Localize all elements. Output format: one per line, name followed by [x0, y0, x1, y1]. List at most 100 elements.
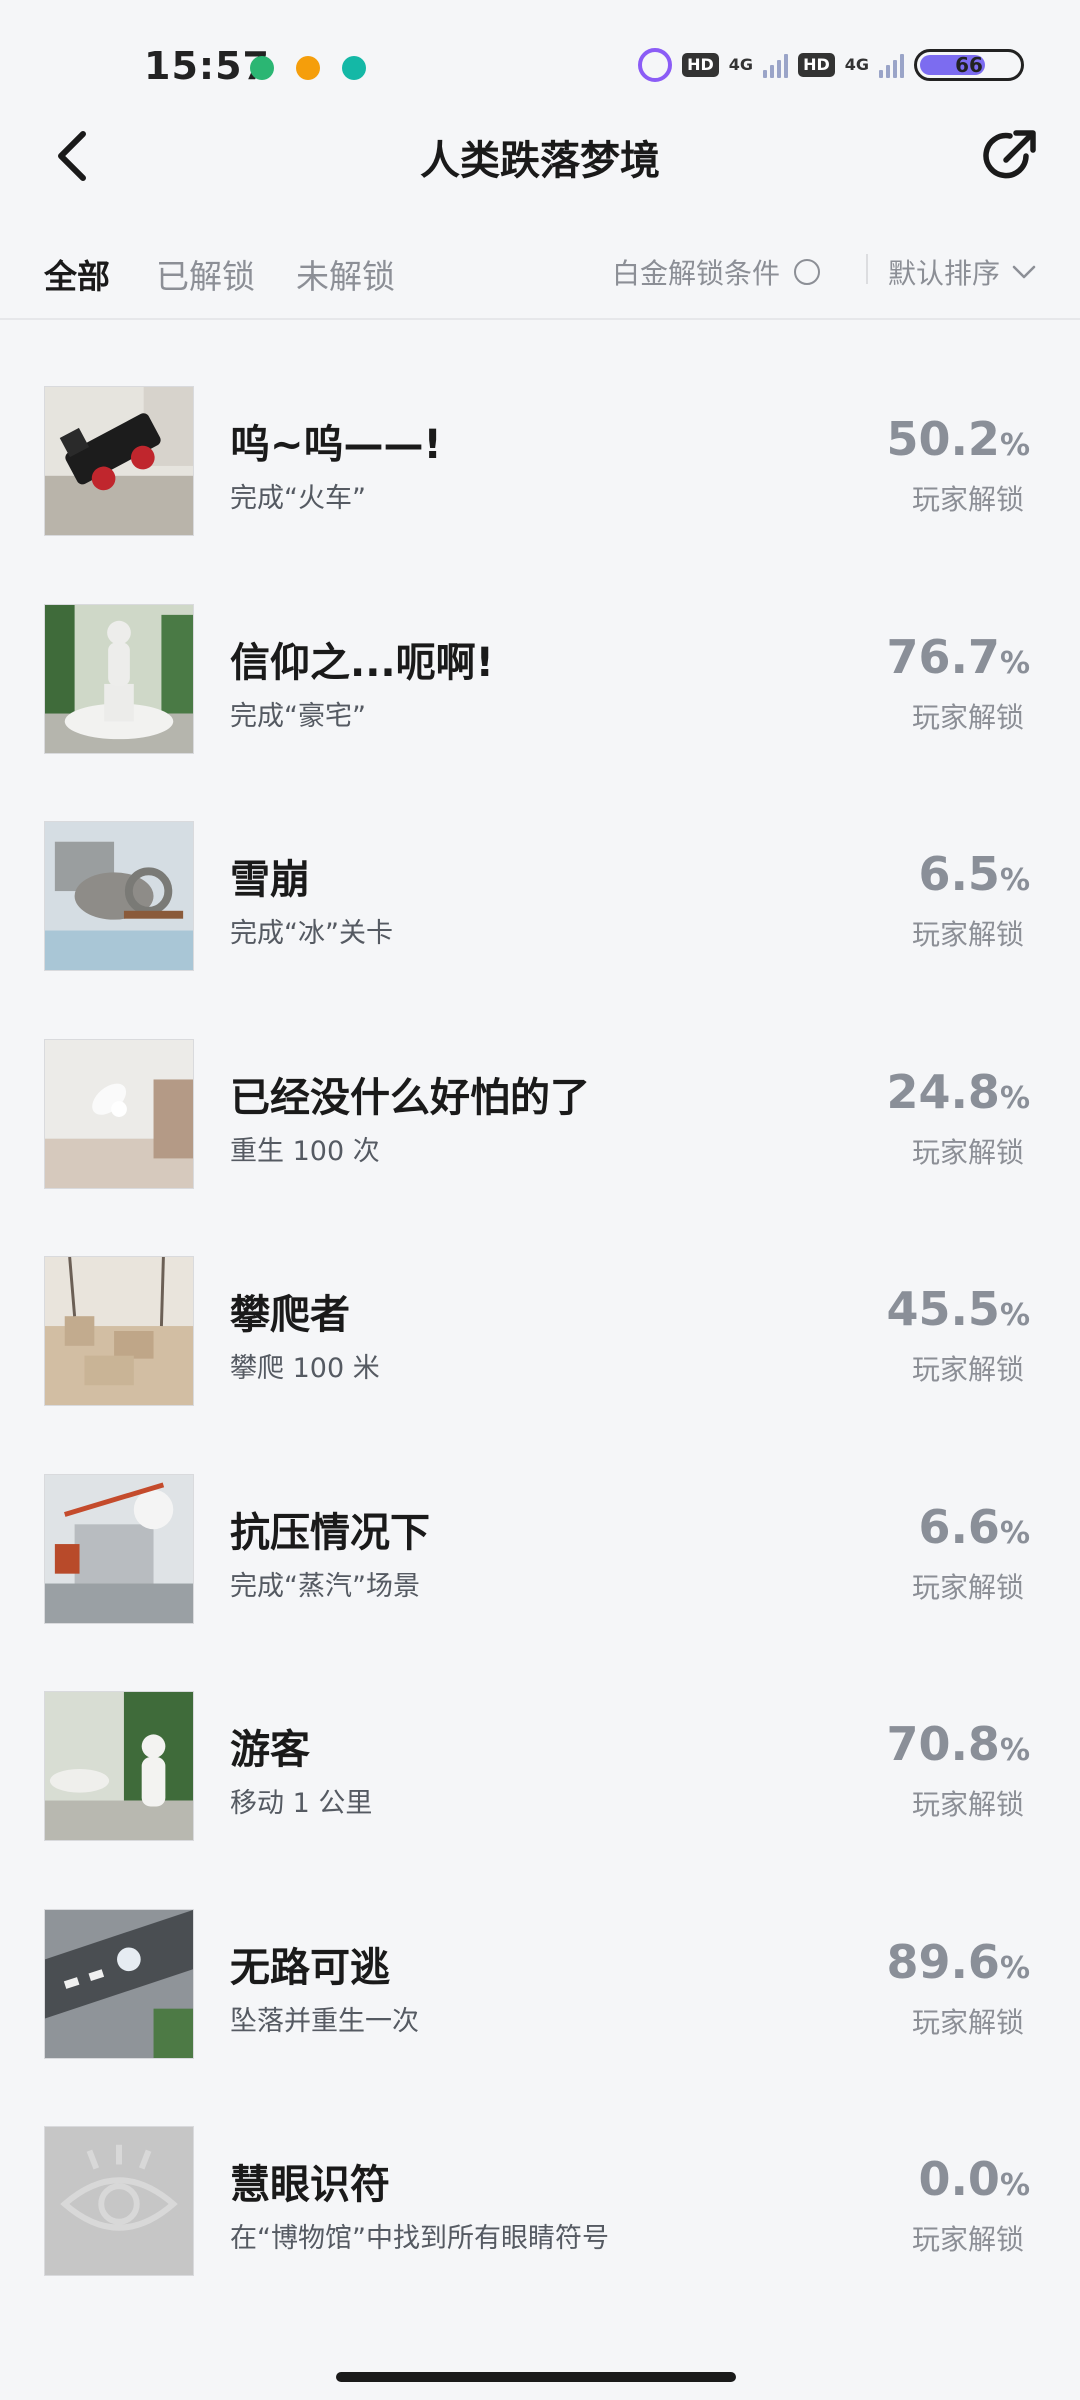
unlock-percentage: 24.8%: [886, 1065, 1030, 1119]
unlock-percentage: 6.6%: [918, 1500, 1030, 1554]
percentage-value: 24.8: [886, 1064, 1000, 1119]
achievement-title: 已经没什么好怕的了: [230, 1074, 590, 1121]
alarm-icon: [638, 48, 673, 82]
achievement-description: 完成“豪宅”: [230, 700, 366, 732]
share-icon: [983, 130, 1036, 179]
sort-dropdown[interactable]: 默认排序: [888, 252, 1036, 292]
achievement-title: 无路可逃: [230, 1944, 390, 1991]
signal-icon: [879, 52, 904, 78]
unlock-label: 玩家解锁: [911, 2223, 1024, 2256]
unlock-label: 玩家解锁: [911, 700, 1024, 734]
achievement-thumbnail: [44, 1691, 194, 1841]
header: 人类跌落梦境: [0, 100, 1080, 212]
tab-unlocked[interactable]: 已解锁: [156, 250, 255, 298]
achievement-thumbnail: [44, 1038, 194, 1189]
sort-label: 默认排序: [887, 257, 1000, 290]
achievement-title: 慧眼识符: [230, 2162, 390, 2208]
percent-sign: %: [999, 1298, 1030, 1333]
achievement-title: 呜~呜——!: [230, 422, 442, 468]
achievement-description: 完成“火车”: [230, 483, 366, 514]
unlock-percentage: 89.6%: [886, 1935, 1030, 1989]
hd-badge: HD: [798, 53, 835, 77]
unlock-percentage: 70.8%: [886, 1717, 1030, 1771]
achievement-item[interactable]: 慧眼识符 在“博物馆”中找到所有眼睛符号 0.0% 玩家解锁: [0, 2120, 1080, 2338]
divider: [866, 254, 868, 284]
radio-icon: [794, 259, 820, 285]
battery-icon: 66: [914, 49, 1024, 81]
achievement-item[interactable]: 无路可逃 坠落并重生一次 89.6% 玩家解锁: [0, 1903, 1080, 2121]
achievement-item[interactable]: 雪崩 完成“冰”关卡 6.5% 玩家解锁: [0, 815, 1080, 1033]
unlock-label: 玩家解锁: [911, 2005, 1024, 2039]
achievement-item[interactable]: 抗压情况下 完成“蒸汽”场景 6.6% 玩家解锁: [0, 1468, 1080, 1686]
unlock-percentage: 6.5%: [918, 847, 1030, 901]
percent-sign: %: [999, 1080, 1030, 1116]
chevron-down-icon: [1012, 265, 1036, 279]
unlock-percentage: 76.7%: [886, 630, 1030, 684]
percent-sign: %: [999, 1515, 1030, 1551]
percent-sign: %: [999, 1950, 1030, 1986]
achievement-title: 抗压情况下: [230, 1509, 430, 1556]
unlock-percentage: 50.2%: [886, 412, 1030, 466]
platinum-condition-label: 白金解锁条件: [611, 257, 780, 290]
percentage-value: 0.0: [918, 2152, 1000, 2206]
unlock-label: 玩家解锁: [911, 1135, 1024, 1169]
percent-sign: %: [999, 2168, 1030, 2203]
achievement-thumbnail: [44, 821, 194, 971]
hd-badge: HD: [682, 53, 719, 77]
achievement-description: 完成“冰”关卡: [230, 918, 393, 949]
achievement-title: 雪崩: [230, 857, 310, 903]
percentage-value: 50.2: [886, 412, 1000, 466]
achievement-title: 攀爬者: [230, 1292, 350, 1338]
unlock-percentage: 0.0%: [918, 2152, 1030, 2206]
network-type: 4G: [844, 55, 869, 74]
percent-sign: %: [999, 428, 1030, 463]
unlock-label: 玩家解锁: [911, 483, 1024, 516]
achievement-thumbnail: [44, 1473, 194, 1624]
achievement-thumbnail: [44, 1908, 194, 2059]
achievement-title: 游客: [230, 1727, 310, 1773]
share-button[interactable]: [976, 122, 1044, 190]
achievement-description: 攀爬 100 米: [230, 1353, 380, 1384]
network-type: 4G: [728, 55, 754, 74]
percent-sign: %: [999, 863, 1030, 898]
unlock-percentage: 45.5%: [886, 1282, 1030, 1336]
achievement-description: 坠落并重生一次: [230, 2005, 419, 2037]
achievement-item[interactable]: 游客 移动 1 公里 70.8% 玩家解锁: [0, 1685, 1080, 1903]
percentage-value: 70.8: [886, 1717, 1000, 1771]
achievement-item[interactable]: 已经没什么好怕的了 重生 100 次 24.8% 玩家解锁: [0, 1033, 1080, 1251]
achievement-description: 完成“蒸汽”场景: [230, 1570, 420, 1602]
achievement-list: 呜~呜——! 完成“火车” 50.2% 玩家解锁 信仰之...呃啊! 完成“豪宅…: [0, 380, 1080, 2338]
platinum-condition-toggle[interactable]: 白金解锁条件: [612, 252, 820, 292]
percentage-value: 6.6: [918, 1499, 1000, 1554]
taptap-notification-icon: [342, 56, 366, 80]
filter-bar: 全部 已解锁 未解锁 白金解锁条件 默认排序: [0, 232, 1080, 320]
unlock-label: 玩家解锁: [911, 1788, 1024, 1821]
percent-sign: %: [999, 645, 1030, 681]
achievement-item[interactable]: 信仰之...呃啊! 完成“豪宅” 76.7% 玩家解锁: [0, 598, 1080, 816]
eye-symbol-icon: [45, 2127, 193, 2275]
percentage-value: 89.6: [886, 1934, 1000, 1989]
tab-all[interactable]: 全部: [44, 250, 110, 298]
achievement-description: 重生 100 次: [230, 1135, 380, 1167]
tab-locked[interactable]: 未解锁: [296, 250, 395, 298]
achievement-thumbnail: [44, 1256, 194, 1406]
unlock-label: 玩家解锁: [911, 918, 1024, 951]
achievement-description: 移动 1 公里: [230, 1788, 373, 1819]
percentage-value: 45.5: [886, 1282, 1000, 1336]
achievement-title: 信仰之...呃啊!: [230, 639, 494, 686]
app-notification-icon: [296, 56, 320, 80]
app-notification-icon: [250, 56, 274, 80]
achievement-thumbnail: [44, 2126, 194, 2276]
achievement-description: 在“博物馆”中找到所有眼睛符号: [230, 2223, 609, 2254]
percentage-value: 76.7: [886, 629, 1000, 684]
unlock-label: 玩家解锁: [911, 1353, 1024, 1386]
achievement-item[interactable]: 呜~呜——! 完成“火车” 50.2% 玩家解锁: [0, 380, 1080, 598]
unlock-label: 玩家解锁: [911, 1570, 1024, 1604]
percentage-value: 6.5: [918, 847, 1000, 901]
notification-icons: [250, 56, 366, 80]
status-right: HD 4G HD 4G 66: [638, 48, 1024, 82]
achievement-item[interactable]: 攀爬者 攀爬 100 米 45.5% 玩家解锁: [0, 1250, 1080, 1468]
battery-level: 66: [955, 53, 983, 77]
achievement-thumbnail: [44, 386, 194, 536]
home-indicator[interactable]: [336, 2372, 736, 2382]
